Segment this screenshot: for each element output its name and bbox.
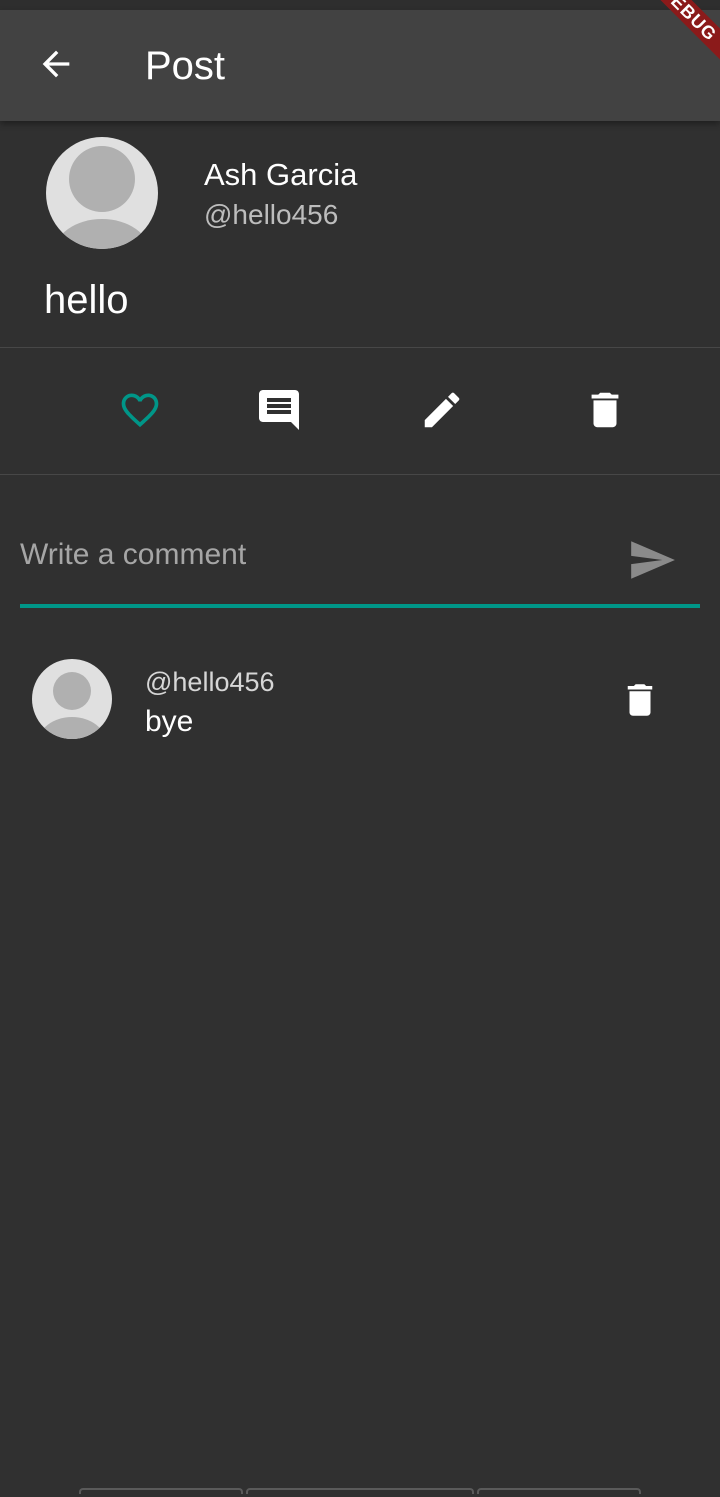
heart-outline-icon xyxy=(121,393,159,428)
input-underline xyxy=(20,604,700,608)
send-icon xyxy=(631,541,675,579)
post-screen: Post DEBUG Ash Garcia @hello456 hello Wr… xyxy=(0,0,720,1497)
comment-text: bye xyxy=(145,705,194,738)
like-button[interactable] xyxy=(110,380,170,440)
comment-icon xyxy=(259,390,299,430)
divider xyxy=(0,347,720,348)
delete-post-button[interactable] xyxy=(575,380,635,440)
system-nav-handle xyxy=(246,1488,474,1494)
author-avatar[interactable] xyxy=(46,137,158,249)
app-bar: Post xyxy=(0,10,720,121)
comment-handle: @hello456 xyxy=(145,667,275,697)
system-nav-handle xyxy=(79,1488,243,1494)
list-item: @hello456 bye xyxy=(0,650,720,750)
status-bar xyxy=(0,0,720,10)
trash-icon xyxy=(627,684,653,716)
delete-comment-button[interactable] xyxy=(610,670,670,730)
comment-button[interactable] xyxy=(249,380,309,440)
arrow-back-icon xyxy=(42,50,70,78)
edit-pencil-icon xyxy=(424,392,460,428)
send-button[interactable] xyxy=(622,530,682,590)
post-body: hello xyxy=(44,278,129,322)
default-avatar-icon xyxy=(38,672,106,739)
edit-button[interactable] xyxy=(412,380,472,440)
author-handle: @hello456 xyxy=(204,199,339,230)
comment-avatar[interactable] xyxy=(32,659,112,739)
page-title: Post xyxy=(145,44,226,88)
divider xyxy=(0,474,720,475)
author-name: Ash Garcia xyxy=(204,157,358,192)
trash-icon xyxy=(591,392,619,428)
default-avatar-icon xyxy=(54,146,150,249)
system-nav-handle xyxy=(477,1488,641,1494)
back-button[interactable] xyxy=(28,36,84,92)
comment-input[interactable] xyxy=(20,520,610,590)
